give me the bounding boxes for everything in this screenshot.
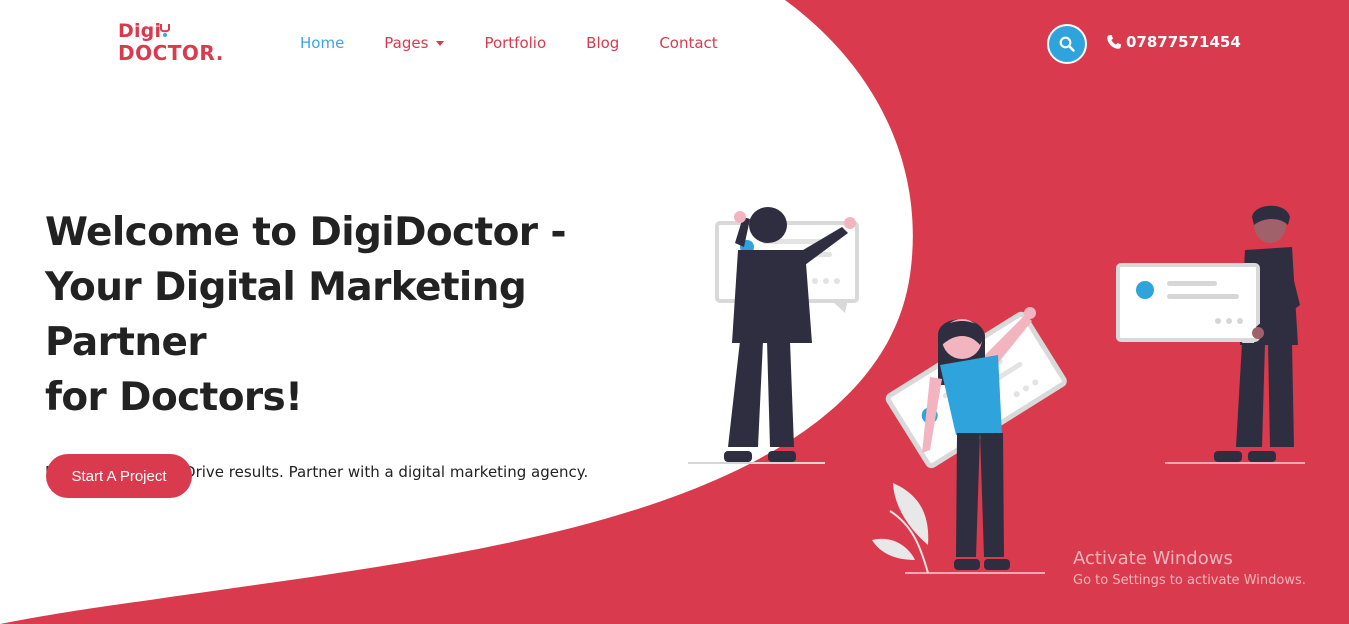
man-holding-board-figure	[1116, 205, 1305, 464]
logo-line1: Digi	[118, 20, 162, 42]
chevron-down-icon	[436, 41, 445, 46]
hero-illustration	[688, 205, 1305, 574]
nav-item-pages-label: Pages	[384, 34, 429, 52]
hero-title-line2: Your Digital Marketing Partner	[45, 265, 527, 365]
search-button[interactable]	[1047, 24, 1087, 64]
activate-windows-watermark: Activate Windows Go to Settings to activ…	[1073, 548, 1306, 590]
stethoscope-icon	[160, 24, 170, 37]
woman-with-board-figure	[872, 307, 1067, 574]
main-nav: Home Pages Portfolio Blog Contact	[300, 34, 758, 52]
watermark-title: Activate Windows	[1073, 548, 1233, 569]
nav-item-portfolio[interactable]: Portfolio	[484, 34, 546, 52]
navbar: Digi DOCTOR. Home Pages Portfolio Blog C…	[0, 0, 1349, 88]
nav-item-pages[interactable]: Pages	[384, 34, 445, 52]
phone-icon	[1107, 35, 1121, 49]
logo[interactable]: Digi DOCTOR.	[118, 20, 228, 66]
man-with-board-figure	[688, 207, 859, 464]
hero-title-line1: Welcome to DigiDoctor -	[45, 210, 567, 255]
search-icon	[1059, 36, 1075, 52]
watermark-subtitle: Go to Settings to activate Windows.	[1073, 573, 1306, 588]
hero-title: Welcome to DigiDoctor - Your Digital Mar…	[45, 205, 685, 425]
nav-item-home[interactable]: Home	[300, 34, 344, 52]
hero-title-line3: for Doctors!	[45, 375, 303, 420]
start-project-button[interactable]: Start A Project	[46, 454, 192, 498]
phone-number: 07877571454	[1126, 33, 1241, 51]
nav-item-contact[interactable]: Contact	[659, 34, 717, 52]
hero: Welcome to DigiDoctor - Your Digital Mar…	[45, 205, 685, 483]
phone-link[interactable]: 07877571454	[1106, 33, 1241, 51]
nav-item-blog[interactable]: Blog	[586, 34, 619, 52]
logo-line2: DOCTOR.	[118, 41, 224, 65]
